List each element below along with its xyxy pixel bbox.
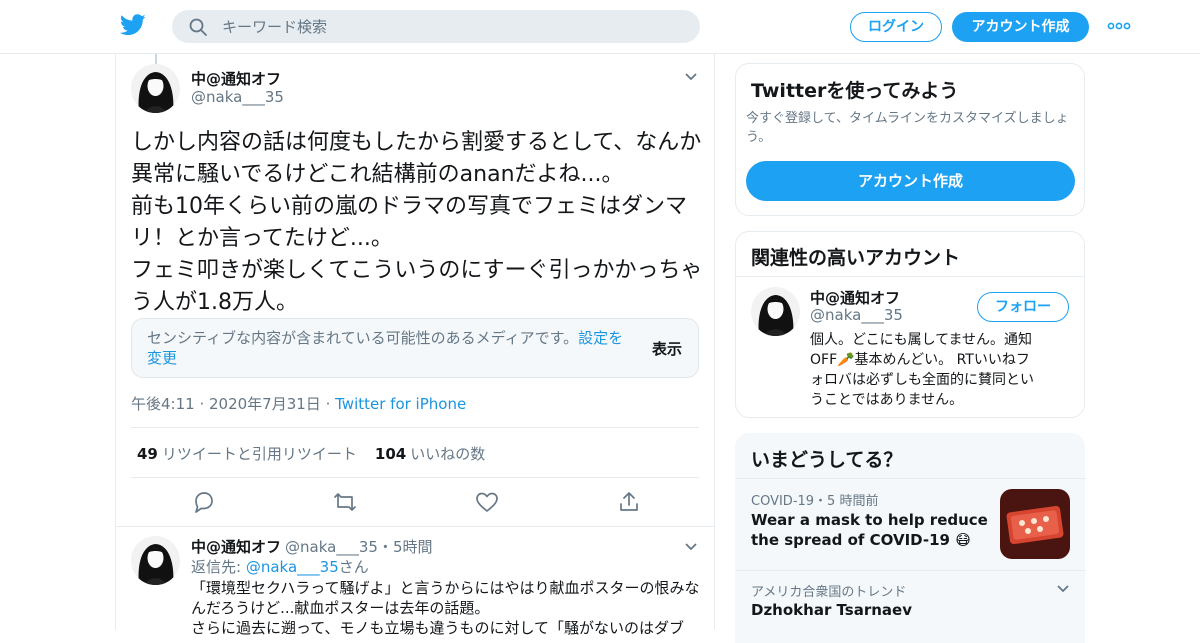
reply-author-name[interactable]: 中@通知オフ <box>191 538 281 556</box>
trends-title: いまどうしてる？ <box>751 449 903 471</box>
signup-card-button[interactable]: アカウント作成 <box>746 161 1075 201</box>
author-handle[interactable]: @naka___35 <box>191 88 284 106</box>
retweet-icon[interactable] <box>333 490 357 514</box>
divider <box>131 477 699 478</box>
twitter-logo-icon[interactable] <box>120 14 146 36</box>
trend-title[interactable]: Dzhokhar Tsarnaev <box>751 600 912 620</box>
tweet-time[interactable]: 午後4:11 <box>131 395 195 413</box>
tweet-stats: 49 リツイートと引用リツイート 104 いいねの数 <box>137 443 485 464</box>
follow-button[interactable]: フォロー <box>977 292 1069 322</box>
trends-card: いまどうしてる？ COVID-19・5 時間前 Wear a mask to h… <box>735 433 1086 643</box>
divider <box>736 478 1086 479</box>
divider <box>116 526 714 527</box>
account-name[interactable]: 中@通知オフ <box>810 287 900 308</box>
divider <box>736 276 1084 277</box>
tweet-column: 中@通知オフ @naka___35 しかし内容の話は何度もしたから割愛するとして… <box>115 54 716 637</box>
login-button[interactable]: ログイン <box>850 12 942 42</box>
search-input[interactable] <box>222 10 682 43</box>
trend-meta: アメリカ合衆国のトレンド <box>751 585 907 600</box>
reply-author-handle[interactable]: @naka___35 <box>285 538 378 556</box>
retweets-stat[interactable]: 49 リツイートと引用リツイート <box>137 445 357 463</box>
reply-time[interactable]: 5時間 <box>393 538 433 556</box>
signup-card-title: Twitterを使ってみよう <box>751 80 959 102</box>
tweet-date[interactable]: 2020年7月31日 <box>209 395 321 413</box>
avatar[interactable] <box>131 64 180 113</box>
reply-text: 「環境型セクハラって騒げよ」と言うからにはやはり献血ポスターの恨みなんだろうけど… <box>191 579 700 637</box>
chevron-down-icon[interactable] <box>684 542 698 552</box>
signup-button[interactable]: アカウント作成 <box>952 12 1089 42</box>
chevron-down-icon[interactable] <box>684 72 698 82</box>
avatar[interactable] <box>751 287 800 336</box>
reply-to-handle-link[interactable]: @naka___35 <box>246 558 339 576</box>
tweet-source-link[interactable]: Twitter for iPhone <box>335 395 466 413</box>
account-bio: 個人。どこにも属してません。通知OFF🥕基本めんどい。 RTいいねフォロバは必ず… <box>810 332 1034 408</box>
more-icon[interactable] <box>1107 20 1131 32</box>
account-handle[interactable]: @naka___35 <box>810 306 903 324</box>
avatar[interactable] <box>131 536 180 585</box>
search-icon <box>189 18 207 36</box>
signup-card-subtitle: 今すぐ登録して、タイムラインをカスタマイズしましょう。 <box>746 111 1069 145</box>
divider <box>131 427 699 428</box>
like-icon[interactable] <box>475 490 499 514</box>
sensitive-media-text: センシティブな内容が含まれている可能性のあるメディアです。設定を変更 <box>147 329 624 367</box>
reply-header: 中@通知オフ @naka___35・5時間 <box>191 538 433 556</box>
chevron-down-icon[interactable] <box>1056 584 1070 594</box>
trend-image[interactable] <box>1000 489 1070 559</box>
thread-connector-line <box>155 54 157 64</box>
share-icon[interactable] <box>617 490 641 514</box>
related-accounts-title: 関連性の高いアカウント <box>751 247 961 269</box>
reply-icon[interactable] <box>191 490 215 514</box>
search-bar[interactable] <box>172 10 700 43</box>
reply-to-line: 返信先: @naka___35さん <box>191 558 369 576</box>
tweet-text: しかし内容の話は何度もしたから割愛するとして、なんか異常に騒いでるけどこれ結構前… <box>131 130 703 315</box>
divider <box>736 570 1086 571</box>
likes-stat[interactable]: 104 いいねの数 <box>375 445 485 463</box>
trend-meta: COVID-19・5 時間前 <box>751 494 879 509</box>
related-accounts-card: 関連性の高いアカウント 中@通知オフ @naka___35 フォロー 個人。どこ… <box>735 231 1085 418</box>
tweet-actions <box>116 486 716 526</box>
author-name[interactable]: 中@通知オフ <box>191 68 281 89</box>
trend-title[interactable]: Wear a mask to help reduce the spread of… <box>751 510 991 550</box>
tweet-metadata: 午後4:11 · 2020年7月31日 · Twitter for iPhone <box>131 395 467 413</box>
signup-card: Twitterを使ってみよう 今すぐ登録して、タイムラインをカスタマイズしましょ… <box>735 63 1085 216</box>
sensitive-media-notice: センシティブな内容が含まれている可能性のあるメディアです。設定を変更 表示 <box>131 318 699 378</box>
show-media-button[interactable]: 表示 <box>652 338 682 359</box>
top-navigation-bar: ログイン アカウント作成 <box>0 0 1200 54</box>
